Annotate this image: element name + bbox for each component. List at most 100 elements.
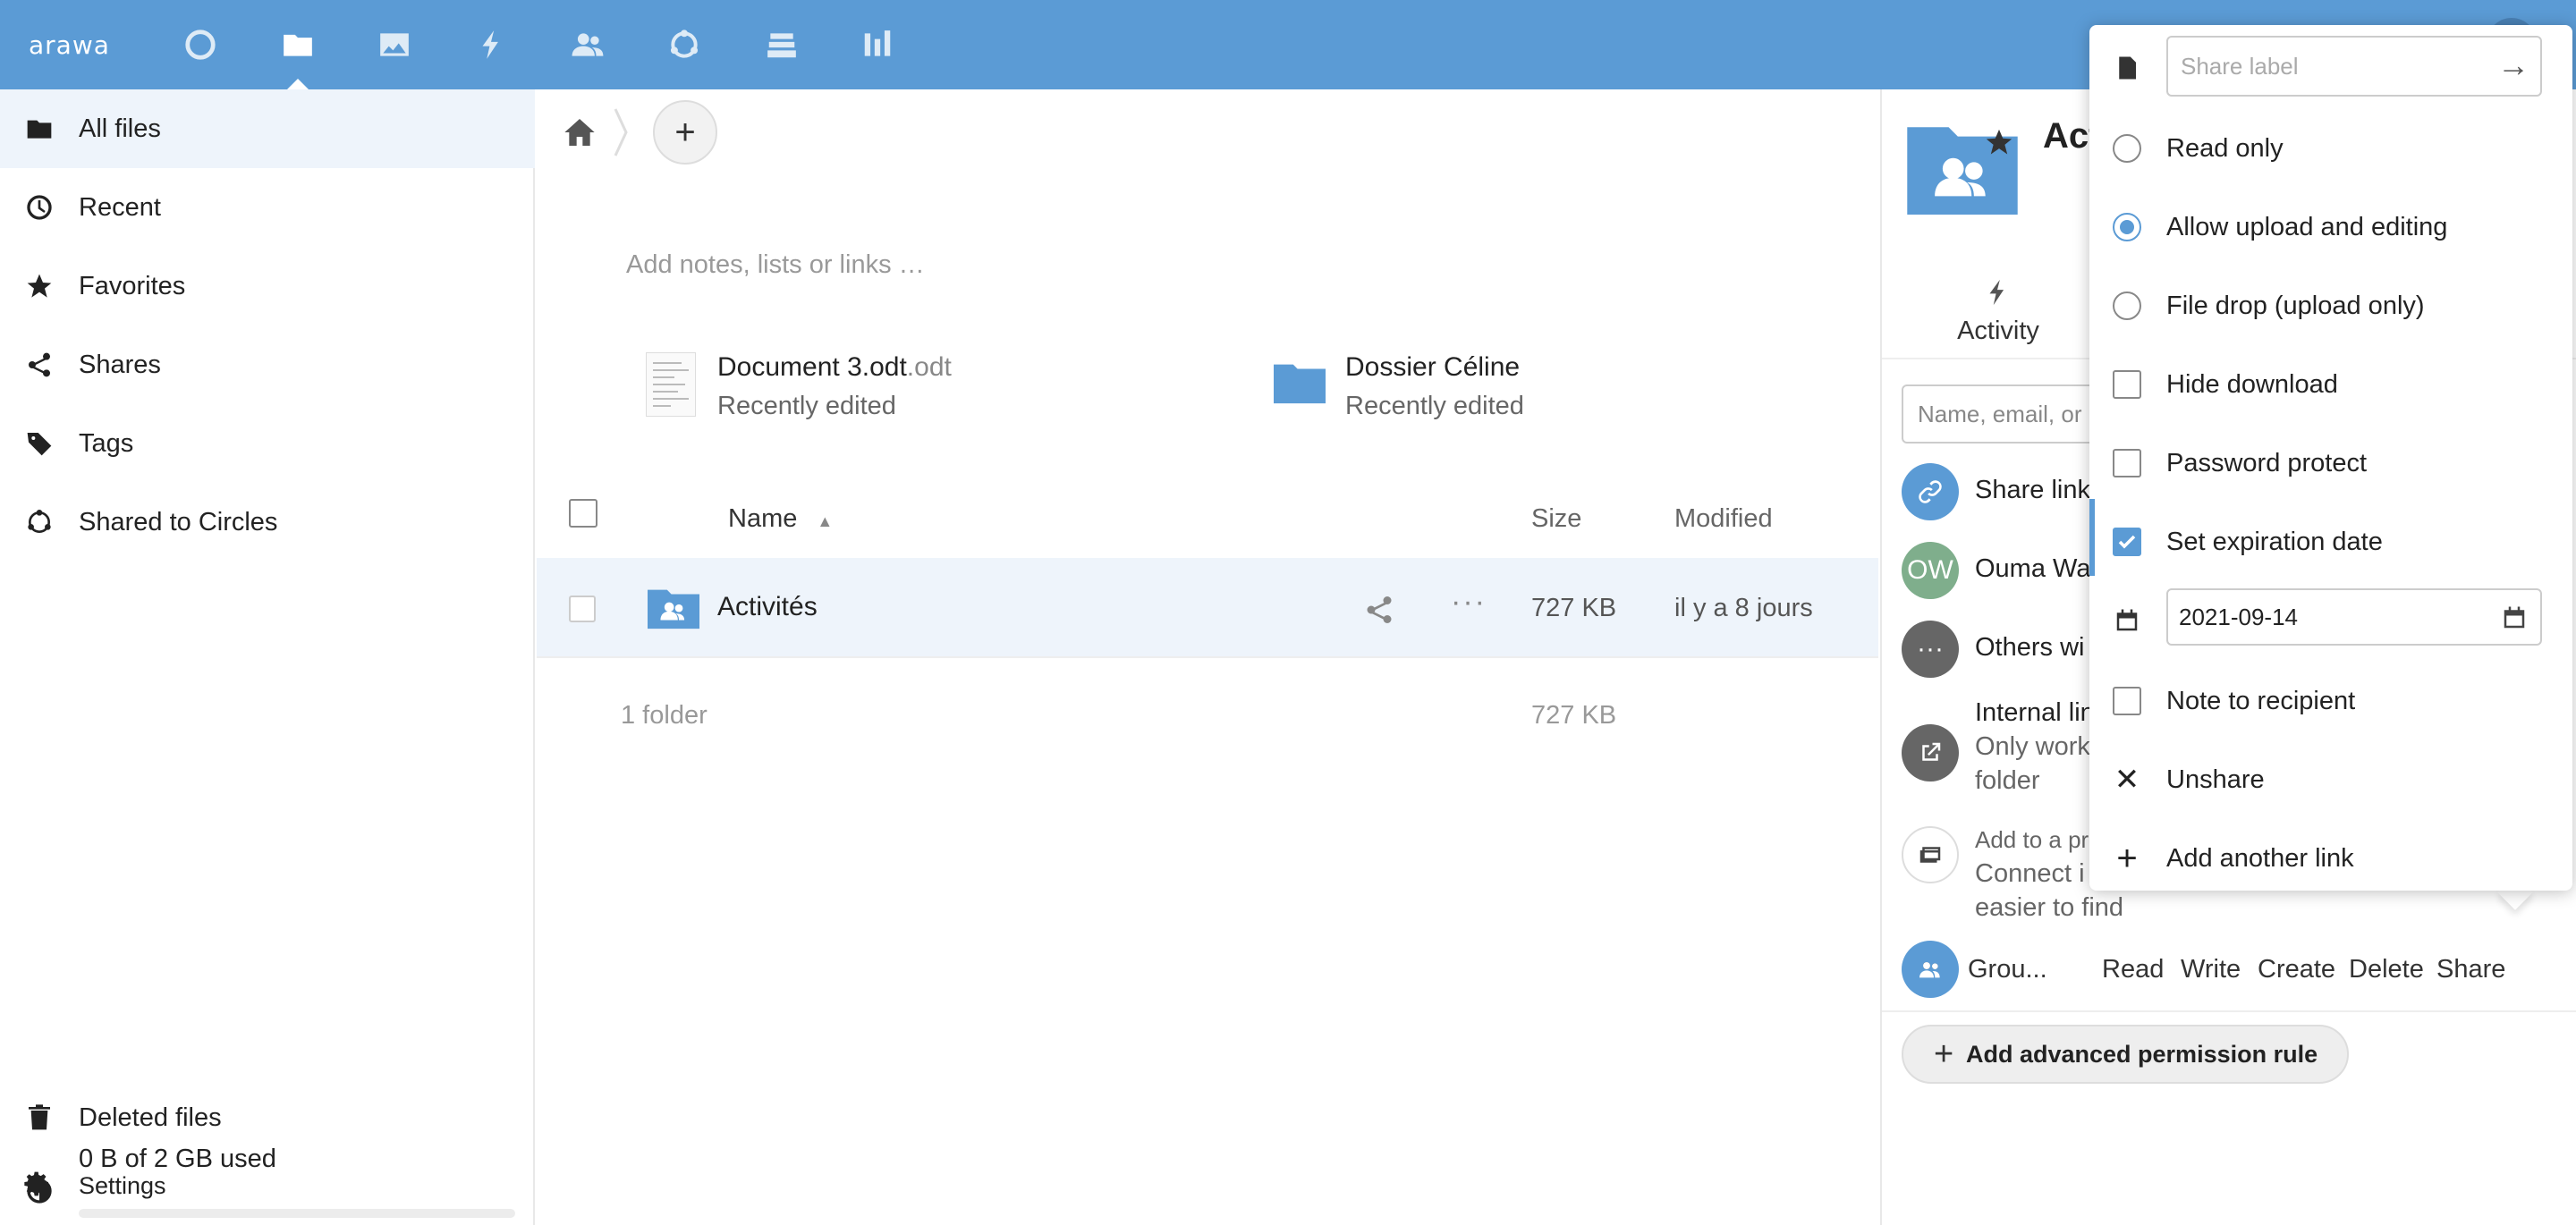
recent-file-subtitle: Recently edited [1345,392,1524,420]
file-modified: il y a 8 jours [1674,594,1813,622]
radio-circle-selected [2113,213,2141,241]
rich-workspace-notes[interactable]: Add notes, lists or links … [626,250,925,280]
calendar-icon [2111,604,2143,637]
table-row[interactable]: Activités ··· 727 KB il y a 8 jours [537,558,1878,658]
contacts-icon[interactable] [568,25,607,64]
dashboard-icon[interactable] [181,25,220,64]
checkbox-box [2113,370,2141,399]
recent-file-extension: .odt [906,352,952,382]
option-label: Read only [2166,134,2284,163]
select-all-checkbox[interactable] [569,499,597,528]
calendar-picker-icon[interactable] [2501,604,2528,631]
nav-item-all-files[interactable]: All files [0,89,535,168]
option-allow-upload[interactable]: Allow upload and editing [2089,188,2572,266]
column-header-size[interactable]: Size [1531,504,1581,534]
logo[interactable]: arawa [29,30,110,60]
files-icon[interactable] [278,25,318,64]
option-note-to-recipient[interactable]: Note to recipient [2089,662,2572,740]
checkbox-note[interactable] [2111,685,2143,717]
folder-icon [1274,364,1326,404]
column-header-name[interactable]: Name ▲ [728,504,833,534]
recent-file-basename: Document 3.odt [717,352,907,382]
others-label: Others wi [1975,633,2085,662]
option-hide-download[interactable]: Hide download [2089,345,2572,424]
share-label-placeholder: Share label [2181,52,2299,80]
option-file-drop[interactable]: File drop (upload only) [2089,266,2572,345]
nav-item-recent[interactable]: Recent [0,168,535,247]
nav-item-shares[interactable]: Shares [0,325,535,404]
star-icon [23,270,55,302]
option-set-expiration[interactable]: Set expiration date [2089,503,2572,581]
nav-item-shared-to-circles[interactable]: Shared to Circles [0,483,535,562]
gear-icon [23,1170,55,1202]
checkbox-box [2113,687,2141,715]
checkbox-expiration[interactable] [2111,526,2143,558]
more-actions-icon[interactable]: ··· [1451,585,1487,620]
checkbox-hide-download[interactable] [2111,368,2143,401]
nav-item-favorites[interactable]: Favorites [0,247,535,325]
add-advanced-permission-button[interactable]: + Add advanced permission rule [1902,1025,2349,1084]
radio-circle [2113,291,2141,320]
photos-icon[interactable] [375,25,414,64]
deck-icon[interactable] [762,25,801,64]
internal-link-desc: folder [1975,766,2040,795]
nav-item-label: Shares [79,350,161,379]
add-another-link-button[interactable]: + Add another link [2089,819,2572,898]
new-file-button[interactable]: + [653,100,717,165]
files-main: + Add notes, lists or links … Document 3… [537,89,1878,1225]
radio-allow-upload[interactable] [2111,211,2143,243]
option-label: Password protect [2166,449,2368,477]
document-thumbnail-icon [646,352,696,417]
perm-delete[interactable]: Delete [2349,955,2424,984]
nav-item-label: All files [79,114,161,143]
plus-icon: + [2116,838,2138,878]
share-icon [23,349,55,381]
link-icon [1902,463,1959,520]
recent-file-card[interactable]: Dossier Céline Recently edited [1274,349,1739,438]
radio-read-only[interactable] [2111,132,2143,165]
tab-activity[interactable]: Activity [1927,277,2070,349]
nav-item-label: Deleted files [79,1102,222,1132]
share-label-input[interactable]: Share label → [2166,36,2542,97]
radio-file-drop[interactable] [2111,290,2143,322]
option-label: File drop (upload only) [2166,291,2425,320]
checkbox-password[interactable] [2111,447,2143,479]
checkbox-box [2113,449,2141,477]
expiration-date-input[interactable]: 2021-09-14 [2166,588,2542,646]
perm-share[interactable]: Share [2436,955,2505,984]
activity-icon[interactable] [471,25,511,64]
nav-settings[interactable]: Settings [0,1146,535,1225]
nav-item-label: Shared to Circles [79,507,278,536]
analytics-icon[interactable] [858,25,897,64]
recent-file-card[interactable]: Document 3.odt.odt Recently edited [646,349,1147,438]
internal-link-text: Internal lin Only work folder [1975,696,2095,798]
nav-item-tags[interactable]: Tags [0,404,535,483]
perm-create[interactable]: Create [2258,955,2335,984]
radio-circle [2113,134,2141,163]
recent-file-name: Dossier Céline [1345,352,1521,382]
column-header-label: Name [728,504,798,533]
unshare-button[interactable]: ✕ Unshare [2089,740,2572,819]
clock-icon [23,191,55,224]
share-label-item: Share label → [2089,25,2572,109]
external-link-icon [1902,724,1959,781]
perm-write[interactable]: Write [2181,955,2241,984]
row-checkbox[interactable] [569,596,596,622]
arrow-right-icon[interactable]: → [2497,46,2529,84]
circles-icon[interactable] [665,25,704,64]
group-icon [1902,941,1959,998]
option-label: Allow upload and editing [2166,213,2448,241]
document-icon [2111,52,2143,84]
nav-item-label: Favorites [79,271,186,300]
perm-read[interactable]: Read [2102,955,2164,984]
share-icon[interactable] [1363,594,1395,626]
option-label: Note to recipient [2166,687,2356,715]
home-icon[interactable] [562,114,597,150]
star-icon[interactable] [1984,127,2014,157]
nav-item-label: Recent [79,192,161,222]
expiration-date-item: 2021-09-14 [2089,581,2572,662]
option-read-only[interactable]: Read only [2089,109,2572,188]
option-password-protect[interactable]: Password protect [2089,424,2572,503]
column-header-modified[interactable]: Modified [1674,504,1773,534]
file-name[interactable]: Activités [717,592,818,622]
